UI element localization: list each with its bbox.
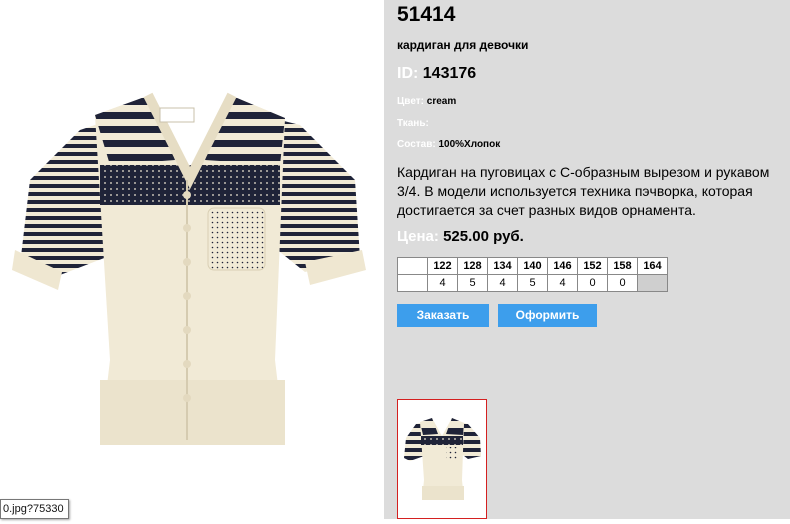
- product-article-title: 51414: [397, 3, 456, 26]
- order-button[interactable]: Заказать: [397, 304, 489, 327]
- product-id-line: ID: 143176: [397, 65, 476, 83]
- size-quantity-cell-unavailable: [637, 274, 668, 292]
- size-header: 140: [517, 257, 548, 275]
- fabric-attr: Ткань:: [397, 118, 429, 129]
- id-label: ID:: [397, 65, 419, 82]
- product-image-area: 0.jpg?75330: [0, 0, 384, 519]
- size-quantity-cell[interactable]: 4: [547, 274, 578, 292]
- color-label: Цвет:: [397, 96, 424, 107]
- id-value: 143176: [422, 65, 477, 82]
- size-header: 122: [427, 257, 458, 275]
- composition-attr: Состав: 100%Хлопок: [397, 139, 500, 150]
- price-value: 525.00 руб.: [443, 228, 524, 245]
- price-label: Цена:: [397, 228, 439, 245]
- price-line: Цена: 525.00 руб.: [397, 228, 524, 245]
- size-quantity-cell[interactable]: 5: [457, 274, 488, 292]
- cardigan-main-image: [12, 92, 366, 445]
- fabric-label: Ткань:: [397, 118, 429, 129]
- size-quantity-cell[interactable]: 0: [607, 274, 638, 292]
- size-header-row: 122 128 134 140 146 152 158 164: [397, 257, 668, 275]
- cardigan-thumbnail-image: [404, 418, 481, 500]
- size-quantity-cell[interactable]: 0: [577, 274, 608, 292]
- size-quantity-cell[interactable]: 4: [487, 274, 518, 292]
- size-header: 158: [607, 257, 638, 275]
- size-corner-cell: [397, 257, 428, 275]
- size-quantity-row: 4 5 4 5 4 0 0: [397, 274, 668, 292]
- size-header: 128: [457, 257, 488, 275]
- size-table: 122 128 134 140 146 152 158 164 4 5 4 5 …: [397, 257, 668, 292]
- composition-label: Состав:: [397, 139, 436, 150]
- size-header: 134: [487, 257, 518, 275]
- size-header: 164: [637, 257, 668, 275]
- size-header: 152: [577, 257, 608, 275]
- composition-value: 100%Хлопок: [438, 139, 501, 150]
- color-attr: Цвет: cream: [397, 96, 456, 107]
- size-quantity-cell[interactable]: 4: [427, 274, 458, 292]
- product-info-panel: 51414 кардиган для девочки ID: 143176 Цв…: [384, 0, 790, 519]
- size-quantity-cell[interactable]: 5: [517, 274, 548, 292]
- image-tooltip: 0.jpg?75330: [0, 499, 69, 519]
- product-name: кардиган для девочки: [397, 38, 529, 52]
- size-header: 146: [547, 257, 578, 275]
- quantity-corner-cell: [397, 274, 428, 292]
- color-value: cream: [426, 96, 457, 107]
- checkout-button[interactable]: Оформить: [498, 304, 597, 327]
- product-thumbnail[interactable]: [397, 399, 487, 519]
- product-description: Кардиган на пуговицах с С-образным вырез…: [397, 164, 770, 218]
